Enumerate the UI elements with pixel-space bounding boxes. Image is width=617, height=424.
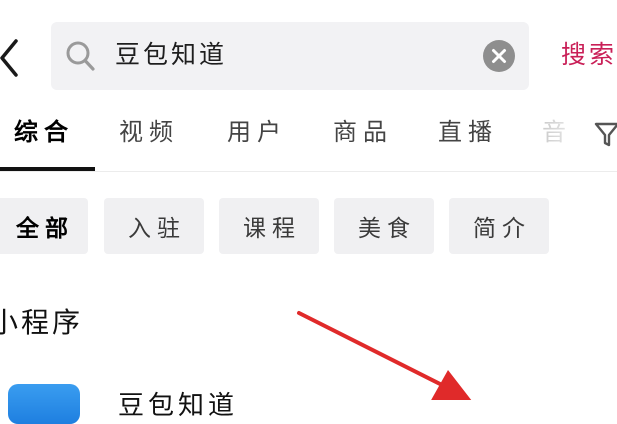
tabs-divider <box>0 171 617 172</box>
tab-videos[interactable]: 视频 <box>119 114 179 150</box>
tab-users[interactable]: 用户 <box>227 114 287 150</box>
filter-chip-settled[interactable]: 入驻 <box>104 198 204 254</box>
back-button[interactable] <box>0 38 22 78</box>
filter-chip-intro[interactable]: 简介 <box>449 198 549 254</box>
tab-comprehensive[interactable]: 综合 <box>14 114 74 150</box>
filter-icon[interactable] <box>594 119 617 149</box>
filter-chip-all[interactable]: 全部 <box>0 198 88 254</box>
close-icon <box>492 49 506 63</box>
result-title[interactable]: 豆包知道 <box>118 388 238 424</box>
tab-products[interactable]: 商品 <box>333 114 393 150</box>
back-arrow-icon <box>0 39 18 77</box>
search-input[interactable]: 豆包知道 <box>115 37 227 73</box>
clear-search-button[interactable] <box>483 40 515 72</box>
filter-chip-courses[interactable]: 课程 <box>219 198 319 254</box>
section-title: 小程序 <box>0 306 84 339</box>
tab-live[interactable]: 直播 <box>438 114 498 150</box>
search-icon <box>64 38 96 74</box>
search-submit-button[interactable]: 搜索 <box>561 37 617 73</box>
app-icon[interactable] <box>8 384 80 424</box>
filter-chip-food[interactable]: 美食 <box>334 198 434 254</box>
tab-fade-overlay <box>535 104 595 164</box>
